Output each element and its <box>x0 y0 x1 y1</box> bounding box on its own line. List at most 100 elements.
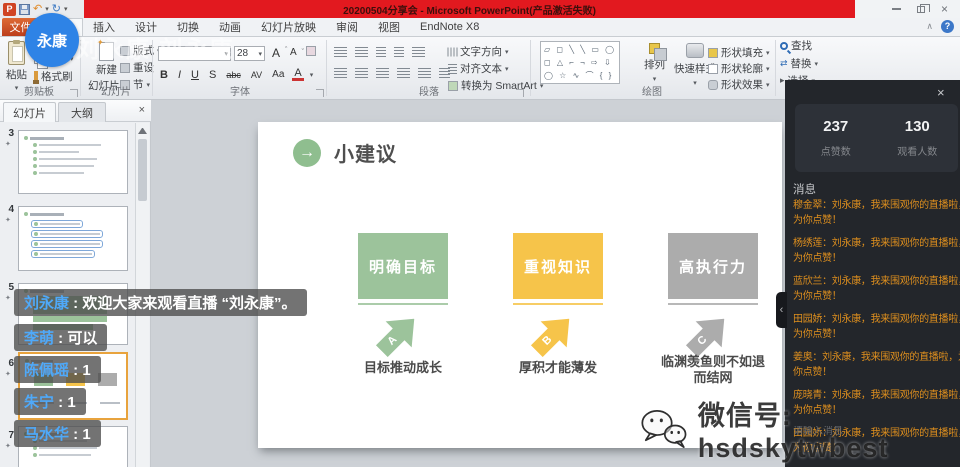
font-color-button[interactable]: A <box>292 68 303 81</box>
help-icon[interactable]: ? <box>941 20 954 33</box>
quick-styles-icon <box>686 43 704 58</box>
presenter-watermark: 刘永康 刘永康 <box>76 30 234 64</box>
line-spacing-icon[interactable] <box>412 47 425 57</box>
animation-star-icon: ✦ <box>5 294 11 302</box>
live-message: 杨绣莲：刘永康，我来围观你的直播啦，为你点赞！ <box>793 237 960 266</box>
shape-fill-icon <box>708 48 718 58</box>
arrange-icon <box>649 43 660 54</box>
slide-number: 6 <box>1 358 14 369</box>
character-spacing-button[interactable]: AV <box>249 70 264 80</box>
presenter-avatar[interactable]: 永康 <box>25 13 79 67</box>
chat-overlay-message: 朱宁 : 1 <box>14 388 86 415</box>
numbering-icon[interactable] <box>355 47 368 57</box>
paste-icon <box>8 41 25 65</box>
app-window: P ↶▾ ↻ ▾ 20200504分享会 - Microsoft PowerPo… <box>0 0 960 467</box>
italic-button[interactable]: I <box>176 69 183 81</box>
increase-indent-icon[interactable] <box>394 47 404 57</box>
replace-button[interactable]: ⇄ 替换▾ <box>780 56 818 71</box>
shape-fill-button[interactable]: 形状填充▾ <box>708 45 770 60</box>
close-window-icon[interactable]: × <box>941 3 948 15</box>
text-shadow-button[interactable]: S <box>207 69 218 81</box>
close-panel-icon[interactable]: × <box>937 85 945 100</box>
undo-dropdown-icon[interactable]: ▾ <box>45 5 49 13</box>
customize-qat-icon[interactable]: ▾ <box>64 5 68 13</box>
paragraph-dialog-launcher-icon[interactable] <box>516 89 524 97</box>
decrease-indent-icon[interactable] <box>376 47 386 57</box>
text-direction-button[interactable]: 文字方向▾ <box>448 44 509 59</box>
font-dialog-launcher-icon[interactable] <box>316 89 324 97</box>
justify-icon[interactable] <box>397 68 410 78</box>
powerpoint-app-icon: P <box>3 3 16 16</box>
align-left-icon[interactable] <box>334 68 347 78</box>
title-bar: P ↶▾ ↻ ▾ 20200504分享会 - Microsoft PowerPo… <box>0 0 960 18</box>
live-message: 田园娇：刘永康，我来围观你的直播啦，为你点赞！ <box>793 313 960 342</box>
format-painter-button[interactable]: 格式刷 <box>34 69 73 84</box>
box-underline <box>668 303 758 305</box>
tab-view[interactable]: 视图 <box>368 18 410 36</box>
arrange-button[interactable]: 排列▾ <box>644 43 665 83</box>
bullets-icon[interactable] <box>334 47 347 57</box>
box-underline <box>358 303 448 305</box>
arrow-up-right-icon: B <box>520 302 585 367</box>
collapse-panel-icon[interactable]: ‹ <box>776 292 787 328</box>
slide-number: 4 <box>1 204 14 215</box>
close-pane-icon[interactable]: × <box>139 104 145 116</box>
replace-icon: ⇄ <box>780 58 788 69</box>
tab-endnote[interactable]: EndNote X8 <box>410 18 489 36</box>
tab-review[interactable]: 审阅 <box>326 18 368 36</box>
wechat-watermark: 微信号: hsdskytwbest <box>638 394 960 464</box>
tab-slides-pane[interactable]: 幻灯片 <box>3 102 56 122</box>
align-center-icon[interactable] <box>355 68 368 78</box>
shape-outline-button[interactable]: 形状轮廓▾ <box>708 61 770 76</box>
likes-count: 237 <box>823 118 848 135</box>
wechat-icon <box>638 406 690 452</box>
clipboard-group-label: 剪贴板 <box>6 83 72 98</box>
caption-2: 厚积才能薄发 <box>503 360 613 376</box>
clipboard-dialog-launcher-icon[interactable] <box>70 89 78 97</box>
minimize-icon[interactable] <box>892 8 901 10</box>
box-underline <box>513 303 603 305</box>
animation-star-icon: ✦ <box>5 442 11 450</box>
change-case-button[interactable]: Aa <box>270 69 286 80</box>
align-text-icon <box>448 64 457 74</box>
suggestion-box-3[interactable]: 高执行力 <box>668 233 758 299</box>
scrollbar-thumb[interactable] <box>138 139 147 201</box>
collapse-ribbon-icon[interactable]: ∧ <box>926 21 933 32</box>
tab-slideshow[interactable]: 幻灯片放映 <box>251 18 326 36</box>
shapes-row: ▱ ◻ ╲ ╲ ▭ ◯ <box>544 43 616 56</box>
window-controls: × <box>855 0 960 18</box>
restore-icon[interactable] <box>917 6 925 13</box>
grow-font-button[interactable]: Aˆ <box>270 46 287 60</box>
undo-icon[interactable]: ↶ <box>33 4 42 15</box>
clear-formatting-button[interactable] <box>306 46 316 56</box>
align-right-icon[interactable] <box>376 68 389 78</box>
chat-overlay-message: 陈佩瑶 : 1 <box>14 356 101 383</box>
suggestion-box-2[interactable]: 重视知识 <box>513 233 603 299</box>
tab-outline-pane[interactable]: 大纲 <box>58 102 106 122</box>
slide-number: 7 <box>1 430 14 441</box>
distributed-icon[interactable] <box>418 68 431 78</box>
shapes-gallery[interactable]: ▱ ◻ ╲ ╲ ▭ ◯ ◻ △ ⌐ ¬ ⇨ ⇩ ◯ ☆ ∿ ⌒ { } <box>540 41 620 84</box>
slide-thumbnail-preview <box>19 212 127 258</box>
bold-button[interactable]: B <box>158 69 170 81</box>
slide-thumbnail-3[interactable] <box>18 130 128 194</box>
text-direction-icon <box>448 47 458 56</box>
slide-thumbnail-4[interactable] <box>18 206 128 271</box>
find-button[interactable]: 查找 <box>780 38 812 53</box>
caption-3: 临渊羡鱼则不如退而结网 <box>658 354 768 386</box>
messages-header: 消息 <box>793 181 816 197</box>
strikethrough-button[interactable]: abc <box>224 70 243 80</box>
shrink-font-button[interactable]: Aˇ <box>288 47 304 58</box>
window-title-band: 20200504分享会 - Microsoft PowerPoint(产品激活失… <box>84 0 855 18</box>
scroll-up-icon[interactable] <box>138 125 147 134</box>
suggestion-box-1[interactable]: 明确目标 <box>358 233 448 299</box>
font-size-combo[interactable]: 28▾ <box>234 46 265 61</box>
animation-star-icon: ✦ <box>5 370 11 378</box>
underline-button[interactable]: U <box>189 69 201 81</box>
slide-title-block: → 小建议 <box>293 138 397 167</box>
animation-star-icon: ✦ <box>5 140 11 148</box>
likes-stat: 237 点赞数 <box>795 104 877 172</box>
align-text-button[interactable]: 对齐文本▾ <box>448 61 509 76</box>
shapes-row: ◯ ☆ ∿ ⌒ { } <box>544 69 616 82</box>
save-icon[interactable] <box>19 4 30 15</box>
